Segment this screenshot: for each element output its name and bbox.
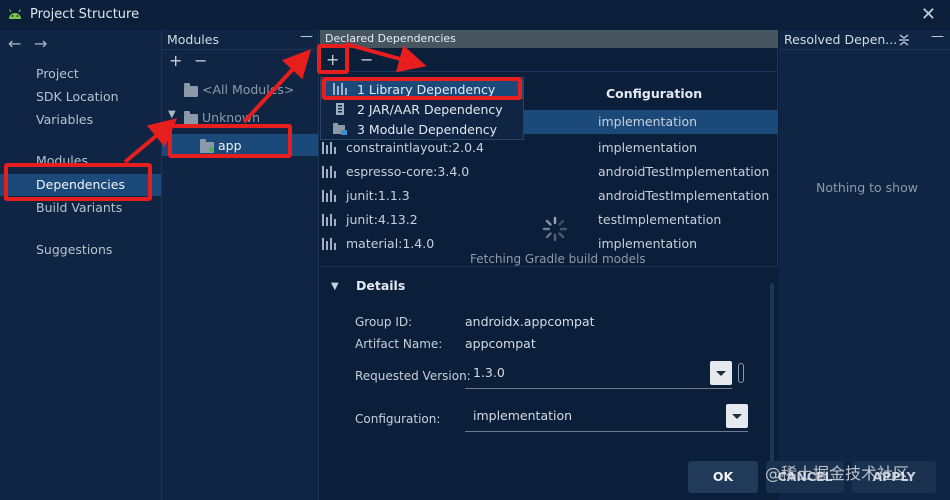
annotation-arrow — [242, 49, 312, 124]
annotation-arrow — [345, 42, 427, 73]
watermark-text: @稀土掘金技术社区 — [765, 464, 910, 483]
annotation-arrows — [123, 42, 427, 164]
annotation-arrow — [123, 118, 178, 164]
